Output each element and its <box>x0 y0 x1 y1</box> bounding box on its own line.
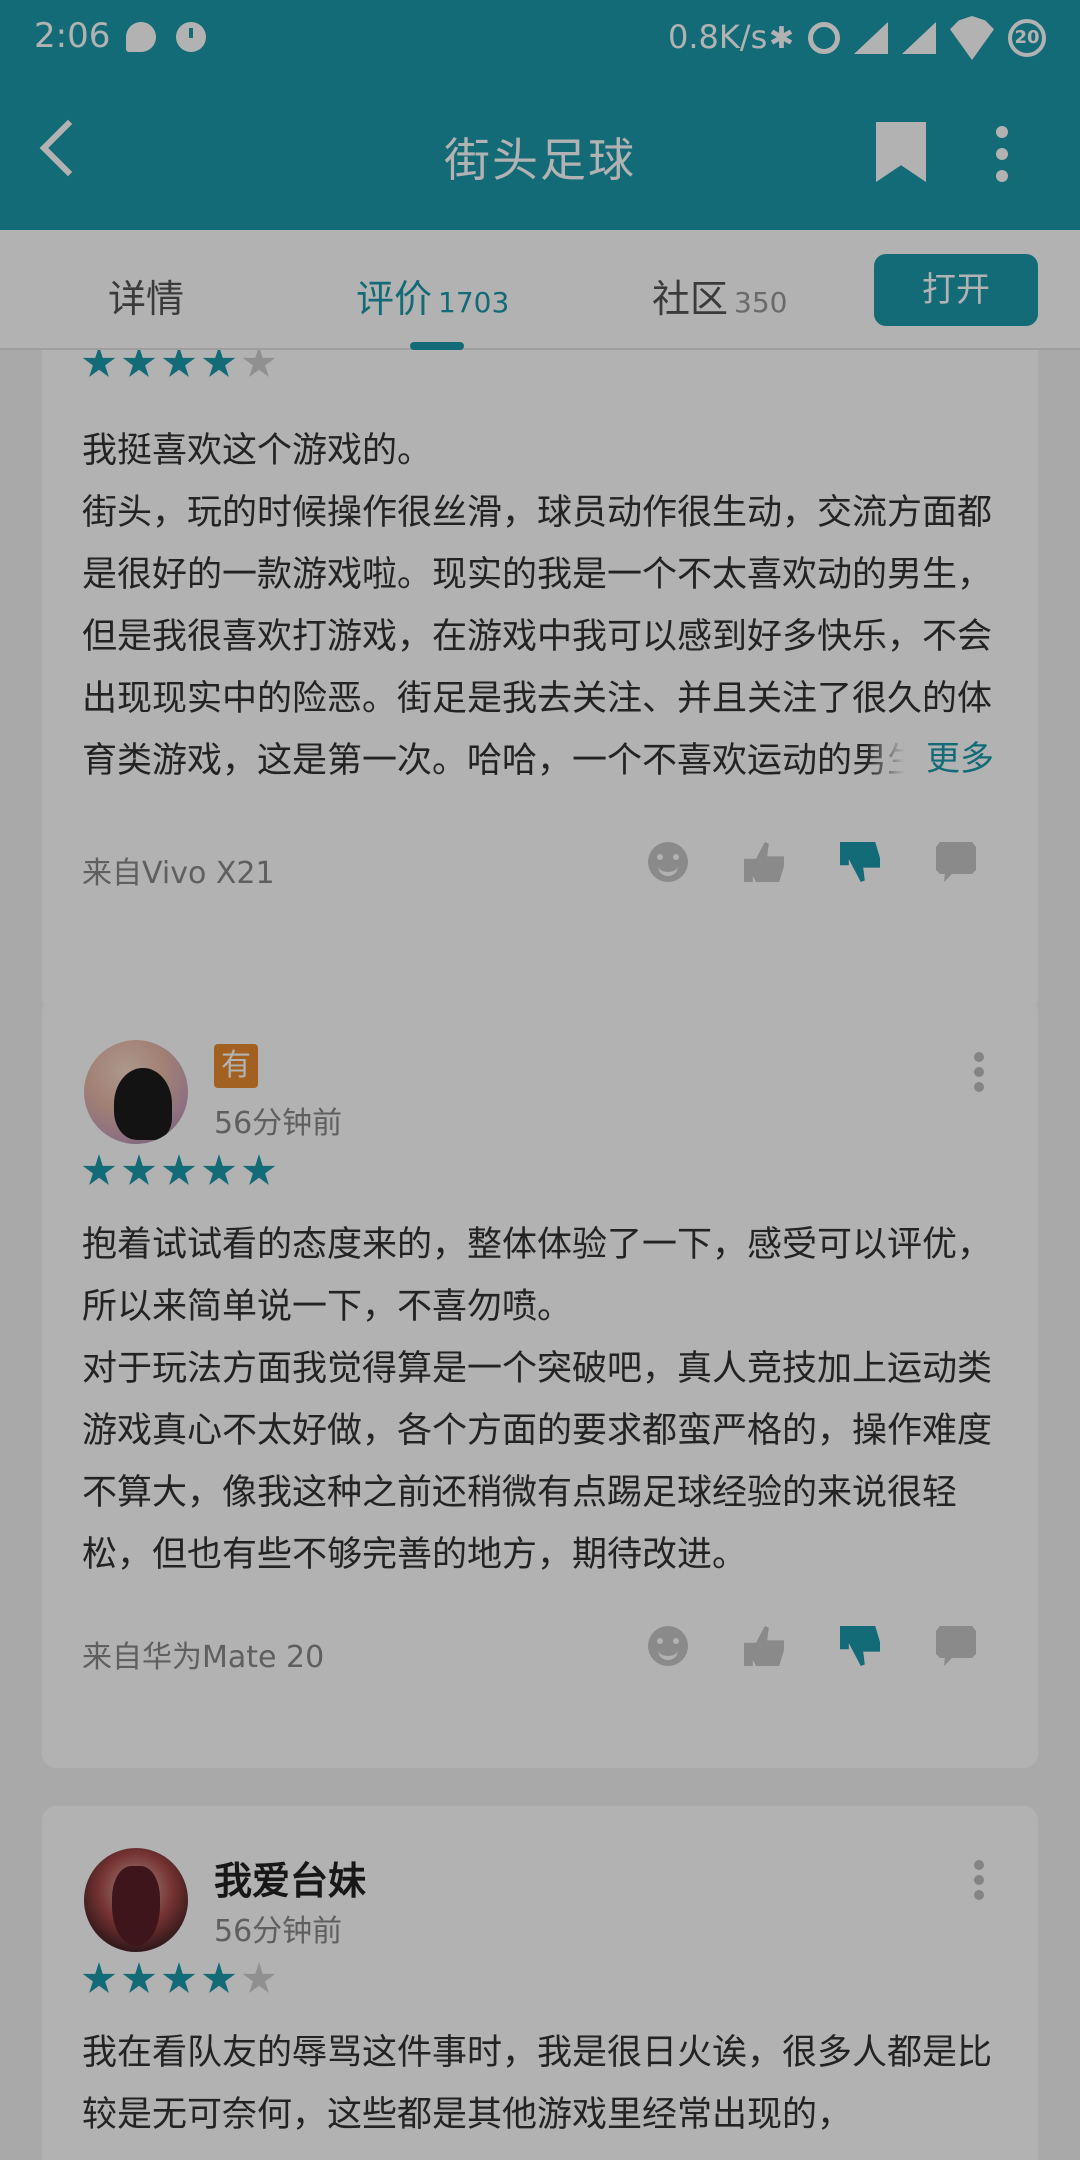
device-label: 来自华为Mate 20 <box>82 1640 325 1675</box>
tab-reviews-count: 1703 <box>438 286 510 319</box>
star-filled-icon <box>162 1154 196 1185</box>
star-filled-icon <box>202 350 236 377</box>
star-filled-icon <box>122 350 156 377</box>
more-icon[interactable] <box>996 126 1010 182</box>
star-filled-icon <box>122 1154 156 1185</box>
review-card: 我爱台妹 56分钟前 我在看队友的辱骂这件事时，我是很日火诶，很多人都是比较是无… <box>42 1806 1038 2160</box>
battery-icon: 20 <box>1008 19 1046 57</box>
network-speed: 0.8K/s <box>668 18 768 56</box>
app-bar: 街头足球 <box>0 76 1080 230</box>
clock-notification-icon <box>176 22 206 52</box>
tab-community-count: 350 <box>734 286 788 319</box>
avatar[interactable] <box>84 1848 188 1952</box>
review-text: 我在看队友的辱骂这件事时，我是很日火诶，很多人都是比较是无可奈何，这些都是其他游… <box>82 2033 993 2135</box>
review-text: 抱着试试看的态度来的，整体体验了一下，感受可以评优，所以来简单说一下，不喜勿喷。… <box>82 1225 993 1575</box>
thumbs-down-icon[interactable] <box>840 1626 880 1666</box>
tab-bar: 详情 评价 1703 社区 350 打开 <box>0 230 1080 350</box>
more-link[interactable]: 更多 <box>866 728 994 790</box>
signal-icon <box>854 22 888 54</box>
bluetooth-icon: ✱ <box>768 20 794 56</box>
star-filled-icon <box>82 1962 116 1993</box>
tab-community-label: 社区 <box>652 277 729 321</box>
comment-icon[interactable] <box>936 842 976 882</box>
star-empty-icon <box>242 350 276 377</box>
star-filled-icon <box>122 1962 156 1993</box>
tab-reviews[interactable]: 评价 1703 <box>356 268 509 323</box>
tab-community[interactable]: 社区 350 <box>652 268 787 323</box>
status-time: 2:06 <box>34 16 111 56</box>
signal-icon-2 <box>902 22 936 54</box>
review-text: 我挺喜欢这个游戏的。 街头，玩的时候操作很丝滑，球员动作很生动，交流方面都是很好… <box>82 431 993 781</box>
thumbs-up-icon[interactable] <box>744 1626 784 1666</box>
star-filled-icon <box>242 1154 276 1185</box>
alarm-icon <box>808 22 840 54</box>
rating-stars <box>82 1962 276 1996</box>
avatar[interactable] <box>84 1040 188 1144</box>
open-button[interactable]: 打开 <box>874 254 1038 326</box>
device-label: 来自Vivo X21 <box>82 856 275 891</box>
kebab-icon[interactable] <box>974 1052 986 1092</box>
tab-reviews-label: 评价 <box>356 277 433 321</box>
user-name[interactable]: 我爱台妹 <box>214 1850 366 1905</box>
star-filled-icon <box>162 350 196 377</box>
star-empty-icon <box>242 1962 276 1993</box>
review-actions <box>648 1626 976 1666</box>
tab-details-label: 详情 <box>108 277 185 321</box>
emoji-icon[interactable] <box>648 1626 688 1666</box>
star-filled-icon <box>82 1154 116 1185</box>
review-card: 有 56分钟前 抱着试试看的态度来的，整体体验了一下，感受可以评优，所以来简单说… <box>42 998 1038 1768</box>
status-icons: ✱ 20 <box>769 16 1046 60</box>
kebab-icon[interactable] <box>974 1860 986 1900</box>
star-filled-icon <box>162 1962 196 1993</box>
message-notification-icon <box>126 22 156 52</box>
post-time: 56分钟前 <box>214 1914 343 1949</box>
user-name[interactable]: 有 <box>214 1044 258 1088</box>
tab-indicator <box>410 342 464 350</box>
star-filled-icon <box>202 1154 236 1185</box>
rating-stars <box>82 1154 276 1188</box>
rating-stars <box>82 350 276 380</box>
comment-icon[interactable] <box>936 1626 976 1666</box>
star-filled-icon <box>82 350 116 377</box>
review-actions <box>648 842 976 882</box>
status-bar: 2:06 0.8K/s ✱ 20 <box>0 0 1080 76</box>
post-time: 56分钟前 <box>214 1106 343 1141</box>
thumbs-down-icon[interactable] <box>840 842 880 882</box>
reviews-feed[interactable]: 我挺喜欢这个游戏的。 街头，玩的时候操作很丝滑，球员动作很生动，交流方面都是很好… <box>0 350 1080 2160</box>
tab-details[interactable]: 详情 <box>108 268 184 323</box>
wifi-icon <box>950 16 994 60</box>
emoji-icon[interactable] <box>648 842 688 882</box>
thumbs-up-icon[interactable] <box>744 842 784 882</box>
review-card: 我挺喜欢这个游戏的。 街头，玩的时候操作很丝滑，球员动作很生动，交流方面都是很好… <box>42 350 1038 1012</box>
star-filled-icon <box>202 1962 236 1993</box>
